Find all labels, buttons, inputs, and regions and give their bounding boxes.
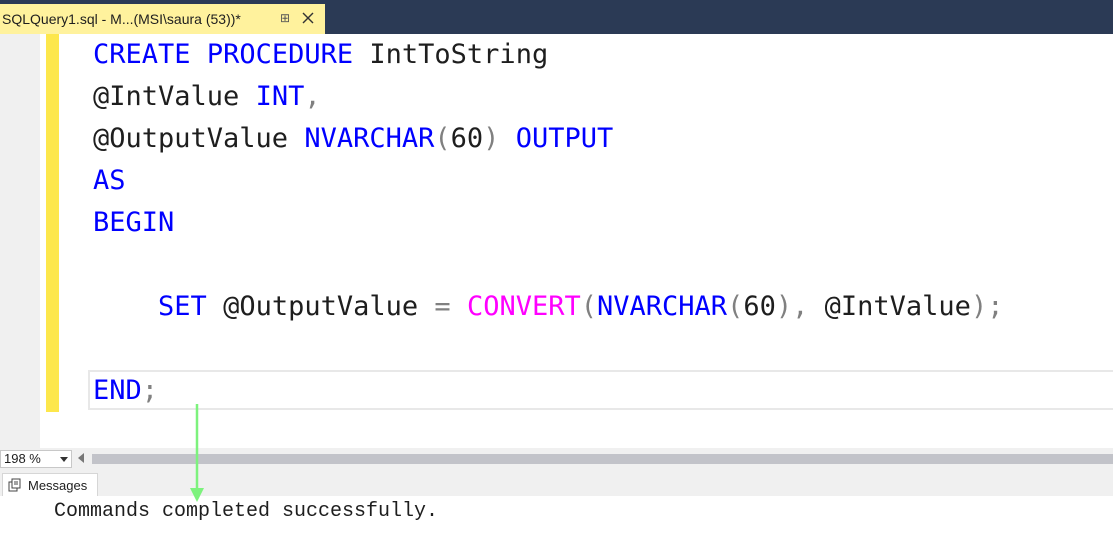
keyword-begin: BEGIN [93,207,175,238]
operator-equals: = [434,291,451,322]
keyword-procedure: PROCEDURE [206,39,354,70]
query-editor[interactable]: CREATE PROCEDURE IntToString @IntValue I… [0,34,1113,448]
open-paren: ( [727,291,744,322]
scroll-left-icon[interactable] [78,453,84,463]
comma: , [792,291,809,322]
document-tab[interactable]: SQLQuery1.sql - M...(MSI\saura (53))* ⊞ [0,4,325,34]
function-convert: CONVERT [466,291,581,322]
change-tracking-bar [46,34,59,412]
comma: , [304,81,321,112]
arg-intvalue: @IntValue [824,291,971,322]
zoom-dropdown[interactable]: 198 % [0,450,72,468]
code-line-5: BEGIN [93,202,174,244]
size-value: 60 [450,123,484,154]
open-paren: ( [580,291,598,322]
editor-status-strip: 198 % [0,448,1113,470]
type-nvarchar: NVARCHAR [597,291,728,322]
keyword-output: OUTPUT [515,123,614,154]
tab-messages[interactable]: Messages [2,473,98,496]
chevron-down-icon [60,457,68,462]
open-paren: ( [434,123,451,154]
close-paren: ) [970,291,988,322]
editor-gutter [0,34,40,448]
document-tab-title: SQLQuery1.sql - M...(MSI\saura (53))* [2,11,241,27]
code-line-9: END; [93,370,158,412]
results-pane: Messages Commands completed successfully… [0,470,1113,552]
code-line-7: SET @OutputValue = CONVERT(NVARCHAR(60),… [93,286,1003,328]
keyword-end: END [93,375,142,406]
code-line-1: CREATE PROCEDURE IntToString [93,34,548,76]
messages-tab-label: Messages [28,477,88,493]
type-nvarchar: NVARCHAR [304,123,435,154]
var-outputvalue: @OutputValue [223,291,419,322]
horizontal-scrollbar-thumb[interactable] [92,454,1113,464]
zoom-value: 198 % [4,451,41,466]
semicolon: ; [141,375,159,406]
keyword-create: CREATE [93,39,191,70]
type-int: INT [255,81,305,112]
current-line-highlight [88,370,1113,410]
code-line-2: @IntValue INT, [93,76,321,118]
close-paren: ) [775,291,793,322]
size-value: 60 [743,291,776,322]
keyword-as: AS [93,165,126,196]
document-tab-bar: SQLQuery1.sql - M...(MSI\saura (53))* ⊞ [0,0,1113,34]
close-paren: ) [483,123,500,154]
param-outputvalue: @OutputValue [93,123,289,154]
messages-icon [8,478,21,492]
result-message: Commands completed successfully. [54,500,439,523]
param-intvalue: @IntValue [93,81,240,112]
close-icon[interactable] [300,10,316,26]
pin-icon[interactable]: ⊞ [278,11,292,25]
procedure-name: IntToString [369,39,549,70]
code-line-4: AS [93,160,126,202]
keyword-set: SET [158,291,207,322]
annotation-arrow-icon [190,404,204,502]
semicolon: ; [987,291,1004,322]
results-tab-strip: Messages [0,470,1113,496]
code-line-3: @OutputValue NVARCHAR(60) OUTPUT [93,118,613,160]
